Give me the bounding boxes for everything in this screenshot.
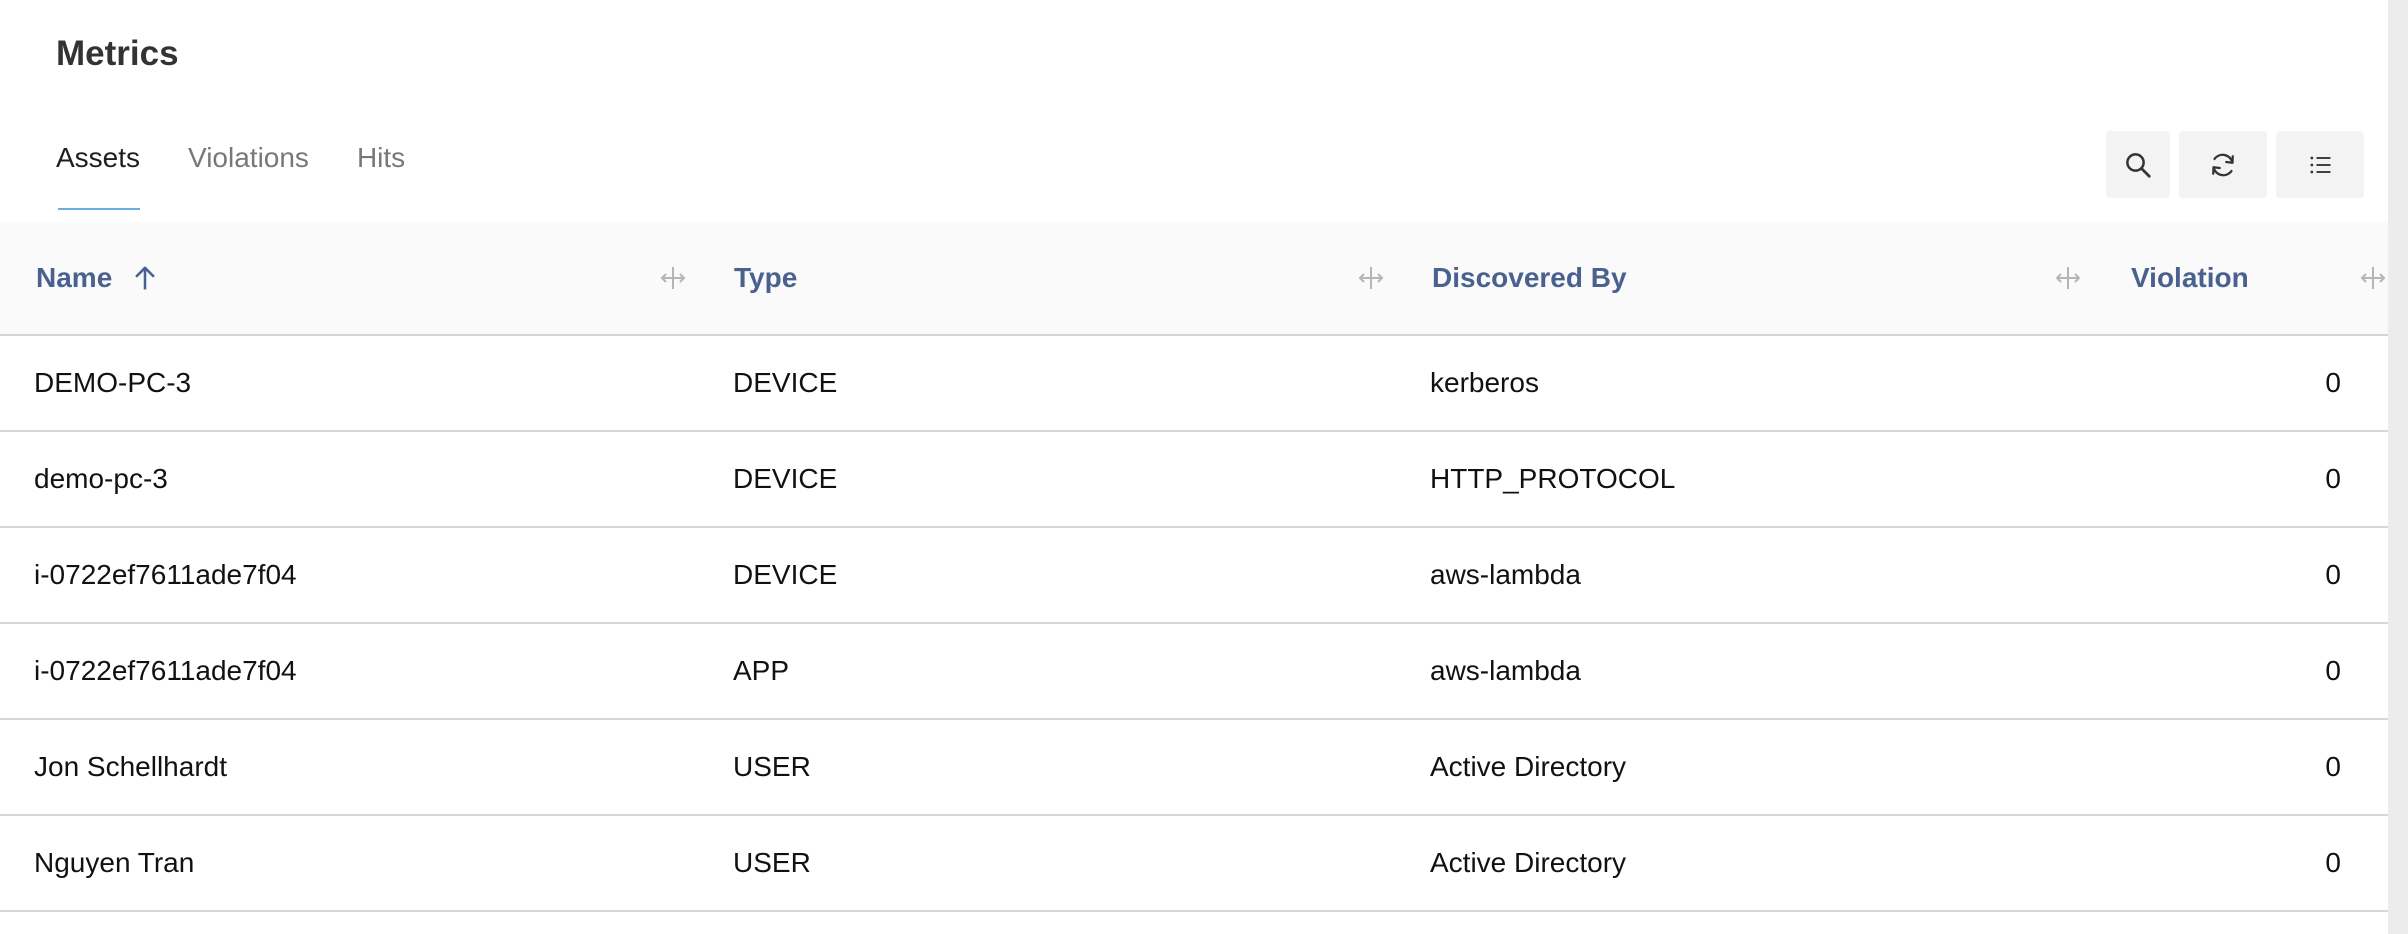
- column-header-type[interactable]: Type: [734, 222, 797, 334]
- column-header-name[interactable]: Name: [36, 222, 158, 334]
- search-icon: [2126, 152, 2151, 178]
- cell-discovered-by: aws-lambda: [1430, 559, 1581, 590]
- table-row[interactable]: Nguyen Tran USER Active Directory 0: [0, 816, 2388, 912]
- cell-violation: 0: [2325, 847, 2341, 878]
- cell-type: APP: [733, 655, 790, 686]
- cell-name: i-0722ef7611ade7f04: [34, 655, 297, 686]
- cell-type: DEVICE: [733, 367, 838, 398]
- column-header-discovered-by[interactable]: Discovered By: [1432, 222, 1627, 334]
- tab-violations[interactable]: Violations: [188, 135, 309, 210]
- page-title: Metrics: [56, 34, 179, 73]
- column-resize-handle[interactable]: [2360, 265, 2386, 291]
- list-icon: [2310, 156, 2331, 173]
- refresh-button[interactable]: [2179, 131, 2267, 198]
- cell-violation: 0: [2325, 751, 2341, 782]
- cell-name: Jon Schellhardt: [34, 751, 228, 782]
- cell-type: USER: [733, 751, 811, 782]
- sort-ascending-icon[interactable]: [132, 264, 158, 292]
- refresh-icon: [2212, 153, 2234, 176]
- cell-name: Nguyen Tran: [34, 847, 195, 878]
- search-button[interactable]: [2106, 131, 2170, 198]
- cell-type: DEVICE: [733, 559, 838, 590]
- resize-handle-icon: [2360, 267, 2386, 289]
- column-header-violation[interactable]: Violation: [2131, 222, 2249, 334]
- cell-name: demo-pc-3: [34, 463, 168, 494]
- table-row[interactable]: DEMO-PC-3 DEVICE kerberos 0: [0, 336, 2388, 432]
- cell-violation: 0: [2325, 655, 2341, 686]
- cell-name: i-0722ef7611ade7f04: [34, 559, 297, 590]
- cell-violation: 0: [2325, 367, 2341, 398]
- column-header-label: Type: [734, 262, 798, 293]
- metrics-page: Metrics Assets Violations Hits Name Type…: [0, 0, 2408, 934]
- table-header: Name Type Discovered By Violation: [0, 222, 2388, 336]
- tab-assets[interactable]: Assets: [56, 135, 141, 210]
- table-row[interactable]: Jon Schellhardt USER Active Directory 0: [0, 720, 2388, 816]
- resize-handle-icon: [660, 267, 686, 289]
- cell-discovered-by: kerberos: [1430, 367, 1539, 398]
- vertical-scrollbar[interactable]: [2388, 0, 2408, 934]
- tab-hits[interactable]: Hits: [357, 135, 405, 210]
- column-resize-handle[interactable]: [2055, 265, 2081, 291]
- tab-bar: Assets Violations Hits: [56, 135, 453, 210]
- resize-handle-icon: [2055, 267, 2081, 289]
- cell-name: DEMO-PC-3: [34, 367, 192, 398]
- column-header-label: Violation: [2131, 262, 2249, 293]
- cell-discovered-by: HTTP_PROTOCOL: [1430, 463, 1676, 494]
- table-row[interactable]: demo-pc-3 DEVICE HTTP_PROTOCOL 0: [0, 432, 2388, 528]
- column-header-label: Name: [36, 262, 113, 293]
- column-header-label: Discovered By: [1432, 262, 1627, 293]
- cell-type: DEVICE: [733, 463, 838, 494]
- column-resize-handle[interactable]: [1358, 265, 1384, 291]
- resize-handle-icon: [1358, 267, 1384, 289]
- cell-violation: 0: [2325, 559, 2341, 590]
- column-settings-button[interactable]: [2276, 131, 2364, 198]
- cell-type: USER: [733, 847, 811, 878]
- column-resize-handle[interactable]: [660, 265, 686, 291]
- cell-violation: 0: [2325, 463, 2341, 494]
- table-row[interactable]: i-0722ef7611ade7f04 DEVICE aws-lambda 0: [0, 528, 2388, 624]
- assets-table: Name Type Discovered By Violation DEMO-P…: [0, 222, 2388, 912]
- cell-discovered-by: Active Directory: [1430, 847, 1627, 878]
- table-toolbar: [2106, 131, 2364, 198]
- table-row[interactable]: i-0722ef7611ade7f04 APP aws-lambda 0: [0, 624, 2388, 720]
- cell-discovered-by: aws-lambda: [1430, 655, 1581, 686]
- cell-discovered-by: Active Directory: [1430, 751, 1627, 782]
